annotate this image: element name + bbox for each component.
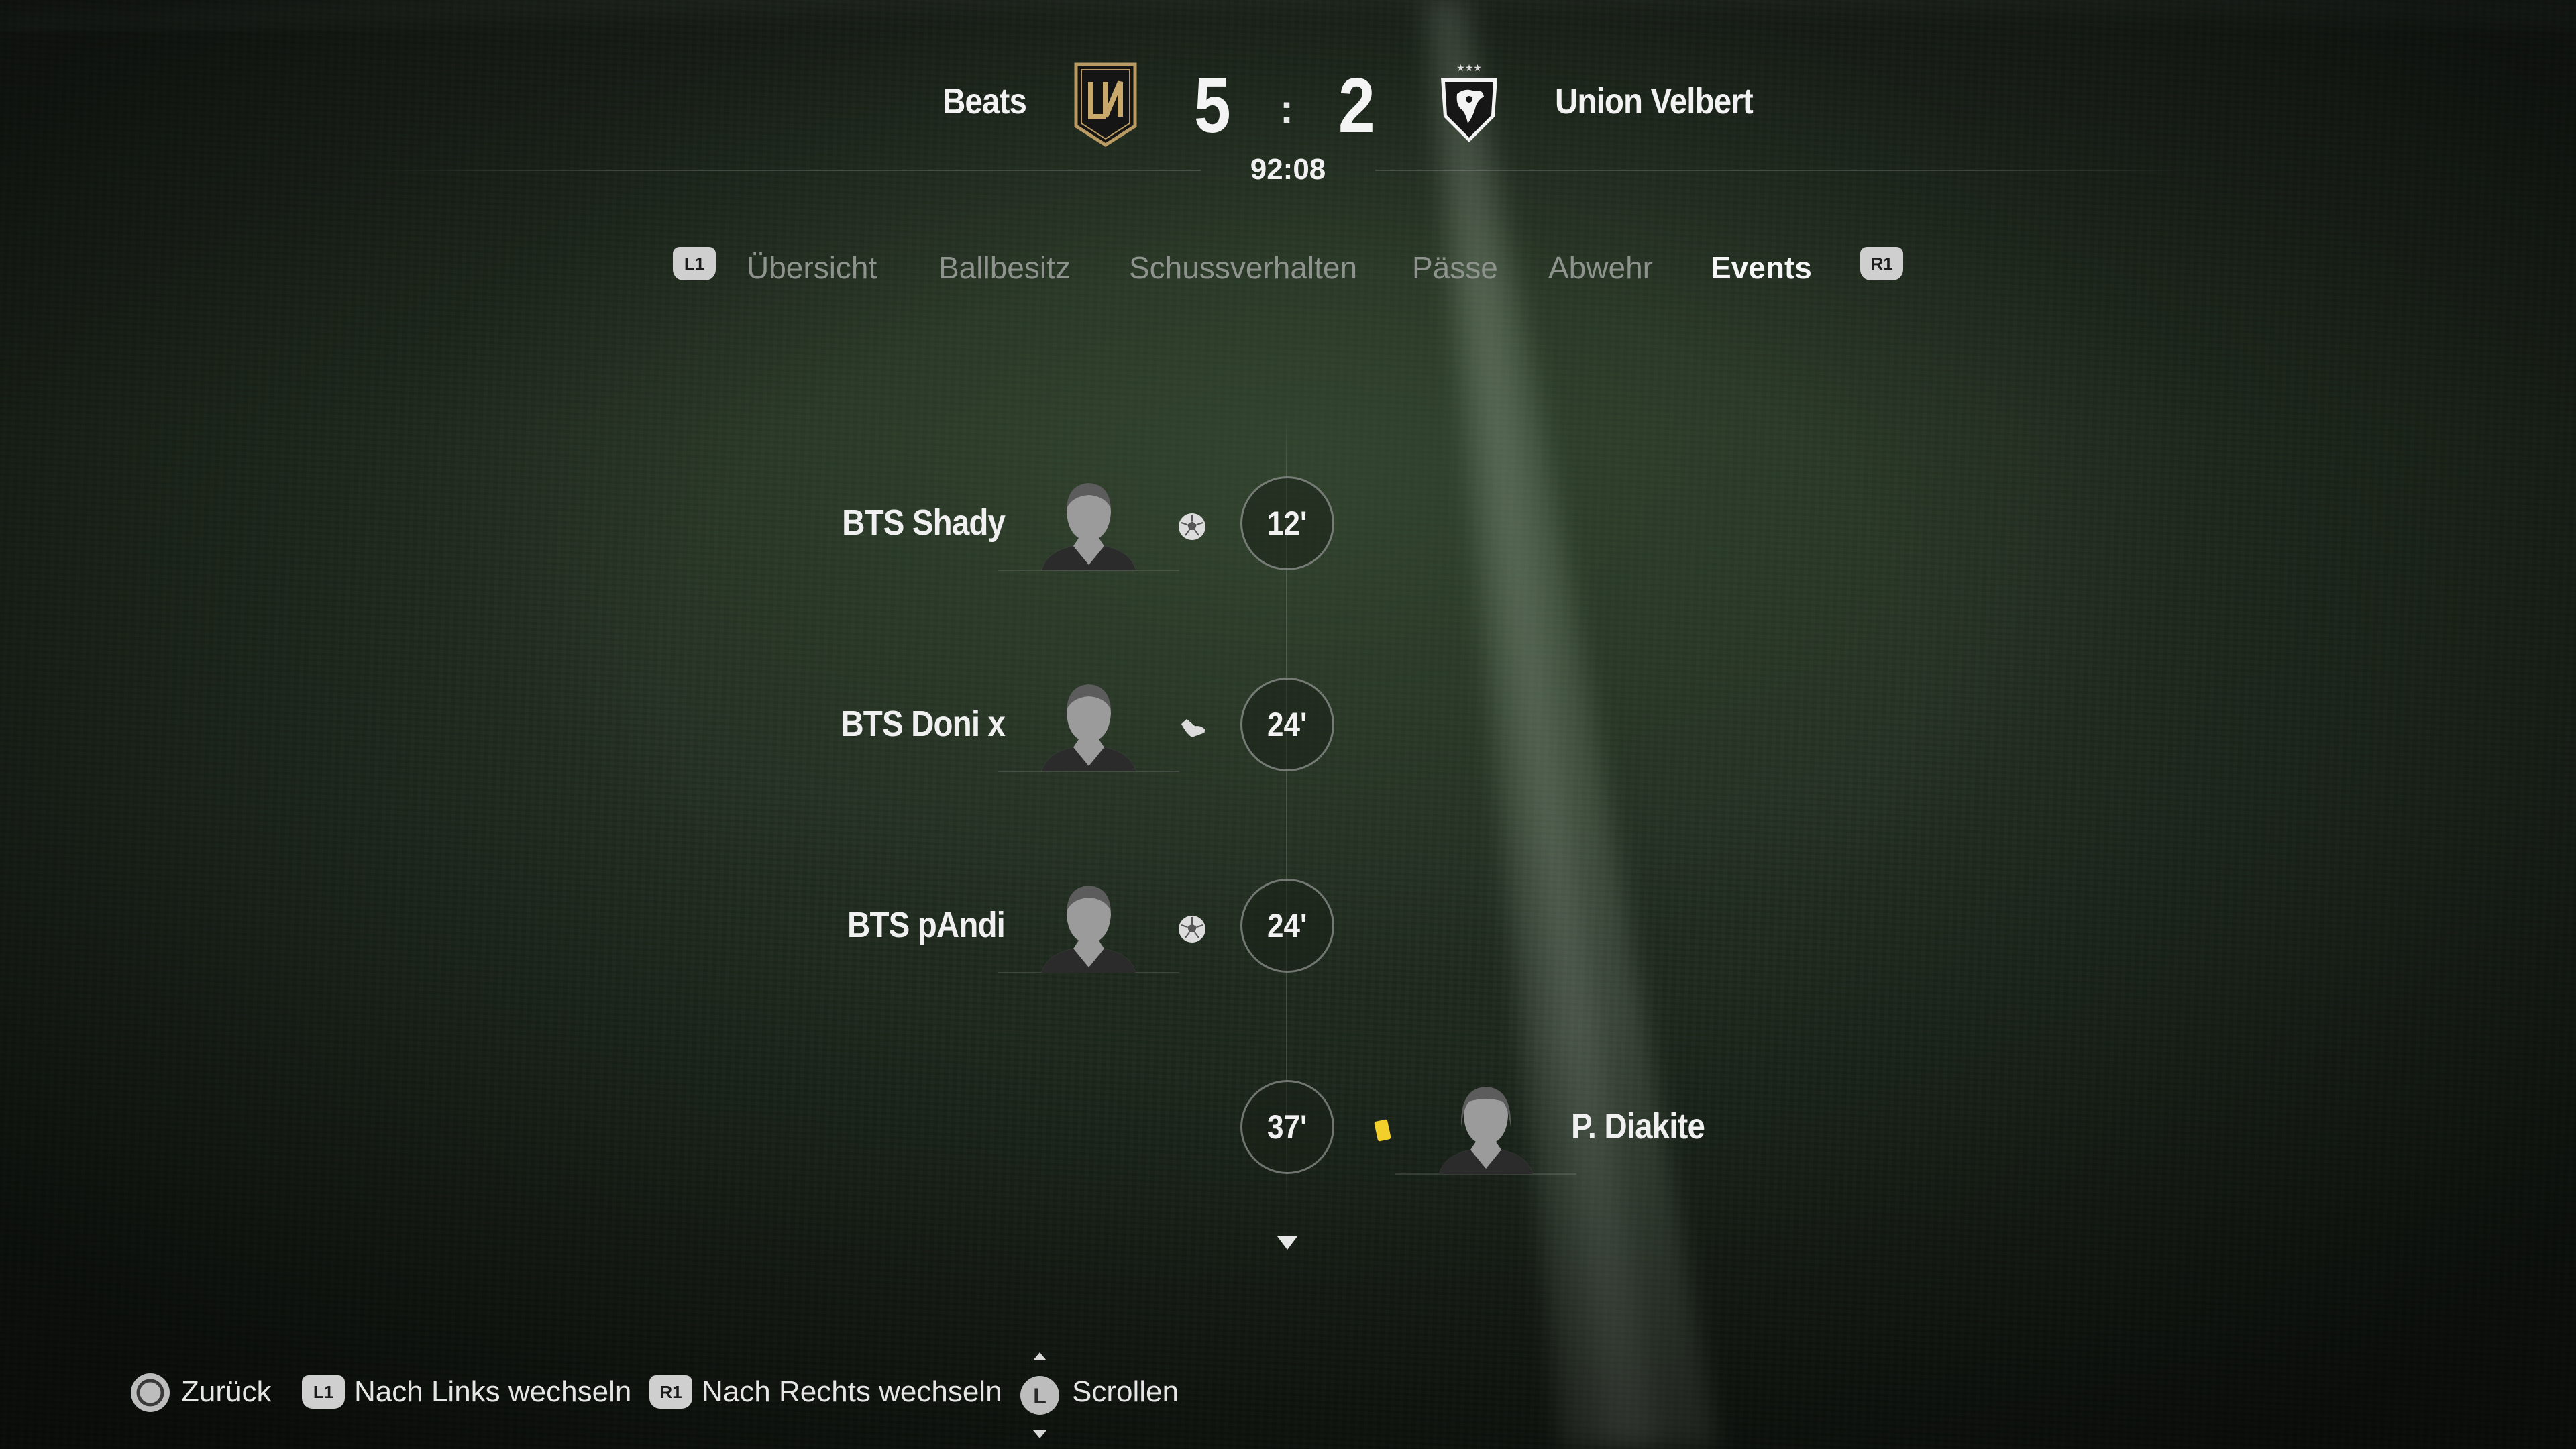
- event-player-name: P. Diakite: [1571, 1106, 1705, 1146]
- tab-shooting[interactable]: Schussverhalten: [1129, 250, 1357, 286]
- away-score: 2: [1338, 62, 1375, 149]
- event-minute-text: 24': [1267, 907, 1307, 945]
- scoreboard: Beats 5 : 2 ★★★ Union Velbert 92:08: [0, 0, 2576, 201]
- away-team-name: Union Velbert: [1555, 81, 1754, 121]
- event-minute-badge: 24': [1240, 879, 1334, 973]
- home-score: 5: [1193, 62, 1231, 149]
- stats-tab-bar: L1 Übersicht Ballbesitz Schussverhalten …: [0, 241, 2576, 295]
- home-team-name: Beats: [942, 81, 1027, 121]
- away-team-crest-icon: ★★★: [1441, 63, 1497, 142]
- assist-boot-icon: [1181, 718, 1205, 737]
- event-minute-text: 24': [1267, 706, 1307, 743]
- event-player-name: BTS Doni x: [841, 704, 1006, 744]
- l1-button-icon[interactable]: L1: [302, 1375, 345, 1409]
- event-row[interactable]: 37' P. Diakite: [0, 1079, 2576, 1179]
- scoreboard-divider-left: [376, 170, 1201, 171]
- player-portrait-silhouette-icon: [998, 684, 1179, 772]
- svg-text:★★★: ★★★: [1456, 63, 1482, 74]
- match-clock: 92:08: [1250, 153, 1326, 186]
- event-player-name: BTS pAndi: [847, 905, 1006, 945]
- tab-defense[interactable]: Abwehr: [1548, 250, 1653, 286]
- r1-button-label: R1: [1870, 253, 1893, 274]
- event-minute-text: 37': [1267, 1108, 1307, 1146]
- back-hint-label[interactable]: Zurück: [181, 1375, 271, 1409]
- event-player-name: BTS Shady: [842, 502, 1006, 543]
- tab-passes[interactable]: Pässe: [1412, 250, 1498, 286]
- goal-ball-icon: [1179, 513, 1205, 540]
- switch-right-hint-label[interactable]: Nach Rechts wechseln: [702, 1375, 1002, 1409]
- left-stick-icon[interactable]: L: [1018, 1352, 1061, 1438]
- r1-button-icon[interactable]: R1: [649, 1375, 692, 1409]
- event-minute-badge: 12': [1240, 476, 1334, 570]
- goal-ball-icon: [1179, 916, 1205, 943]
- player-portrait-silhouette-icon: [998, 483, 1179, 571]
- r1-button-icon[interactable]: R1: [1860, 247, 1903, 280]
- left-stick-label: L: [1033, 1384, 1046, 1408]
- l1-button-label: L1: [684, 253, 705, 274]
- score-separator: :: [1280, 87, 1293, 131]
- l1-button-icon[interactable]: L1: [673, 247, 716, 280]
- switch-left-hint-label[interactable]: Nach Links wechseln: [354, 1375, 631, 1409]
- event-minute-badge: 37': [1240, 1080, 1334, 1174]
- event-minute-text: 12': [1267, 504, 1307, 542]
- event-row[interactable]: BTS pAndi 24': [0, 877, 2576, 978]
- tab-possession[interactable]: Ballbesitz: [938, 250, 1071, 286]
- tab-overview[interactable]: Übersicht: [747, 250, 877, 286]
- tab-events[interactable]: Events: [1711, 250, 1812, 286]
- player-portrait-silhouette-icon: [998, 885, 1179, 973]
- event-row[interactable]: BTS Shady 12': [0, 475, 2576, 576]
- button-hints-bar: Zurück L1 Nach Links wechseln R1 Nach Re…: [0, 1342, 2576, 1449]
- event-minute-badge: 24': [1240, 678, 1334, 771]
- scoreboard-divider-right: [1375, 170, 2200, 171]
- home-team-crest-icon: [1074, 62, 1137, 147]
- yellow-card-icon: [1374, 1119, 1391, 1142]
- event-row[interactable]: BTS Doni x 24': [0, 676, 2576, 777]
- circle-button-icon[interactable]: [129, 1371, 172, 1414]
- l1-button-label: L1: [313, 1381, 334, 1402]
- scroll-hint-label[interactable]: Scrollen: [1072, 1375, 1179, 1409]
- r1-button-label: R1: [659, 1381, 682, 1402]
- scroll-down-arrow-icon[interactable]: [1276, 1234, 1299, 1252]
- player-portrait-silhouette-icon: [1395, 1087, 1576, 1175]
